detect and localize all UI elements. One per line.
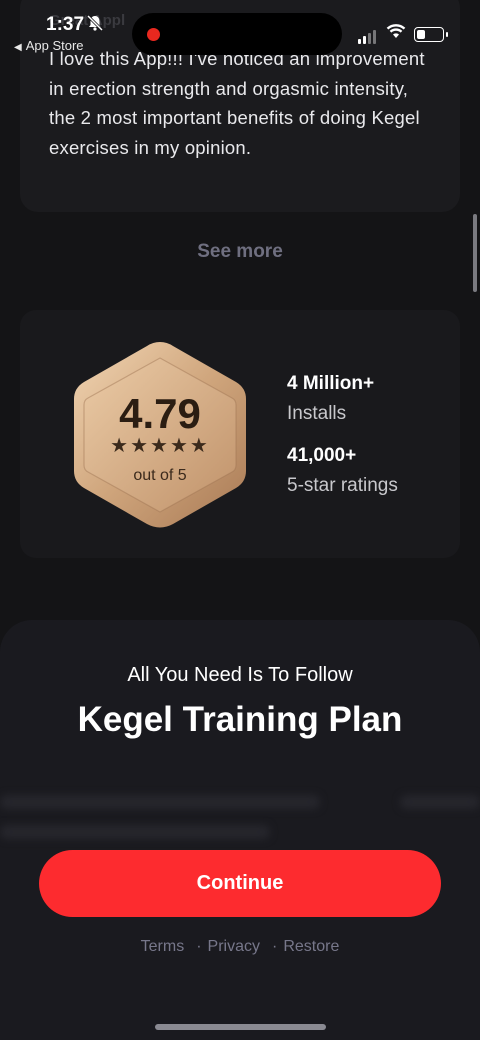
battery-nub (446, 32, 448, 37)
wifi-icon (386, 24, 406, 38)
continue-button[interactable]: Continue (39, 850, 441, 917)
home-indicator[interactable] (155, 1024, 326, 1030)
battery-level (417, 30, 425, 39)
back-arrow-icon: ◀ (14, 42, 22, 53)
blurred-content (400, 795, 480, 809)
review-text: I love this App!!! I've noticed an impro… (49, 48, 425, 158)
back-to-app-store[interactable]: ◀ App Store (14, 38, 84, 53)
scrollbar[interactable] (473, 214, 477, 292)
separator-dot: · (196, 938, 202, 955)
rating-stars: ★★★★★ (110, 435, 210, 457)
plan-title: Kegel Training Plan (77, 700, 403, 739)
status-bar: 1:37 ◀ App Store (0, 0, 480, 60)
installs-value: 4 Million+ (287, 373, 375, 394)
see-more-button[interactable]: See more (0, 241, 480, 263)
cellular-signal-icon (358, 26, 378, 44)
rating-score: 4.79 (119, 390, 201, 437)
ratings-label: 5-star ratings (287, 475, 398, 496)
terms-link[interactable]: Terms (141, 938, 185, 956)
blurred-content (0, 795, 320, 809)
back-label: App Store (25, 38, 84, 53)
rating-out-of: out of 5 (133, 467, 187, 484)
ratings-value: 41,000+ (287, 445, 357, 466)
restore-link[interactable]: Restore (283, 938, 339, 956)
battery-icon (414, 27, 448, 42)
separator-dot: · (271, 938, 278, 955)
footer-links: Terms · Privacy · Restore (0, 938, 480, 956)
status-time: 1:37 (46, 14, 85, 35)
blurred-content (0, 825, 270, 839)
dynamic-island (132, 13, 342, 55)
plan-subtitle: All You Need Is To Follow (127, 664, 353, 686)
installs-label: Installs (287, 403, 347, 424)
silent-bell-icon (86, 14, 104, 32)
recording-indicator-icon (147, 28, 160, 41)
privacy-link[interactable]: Privacy (208, 938, 260, 956)
